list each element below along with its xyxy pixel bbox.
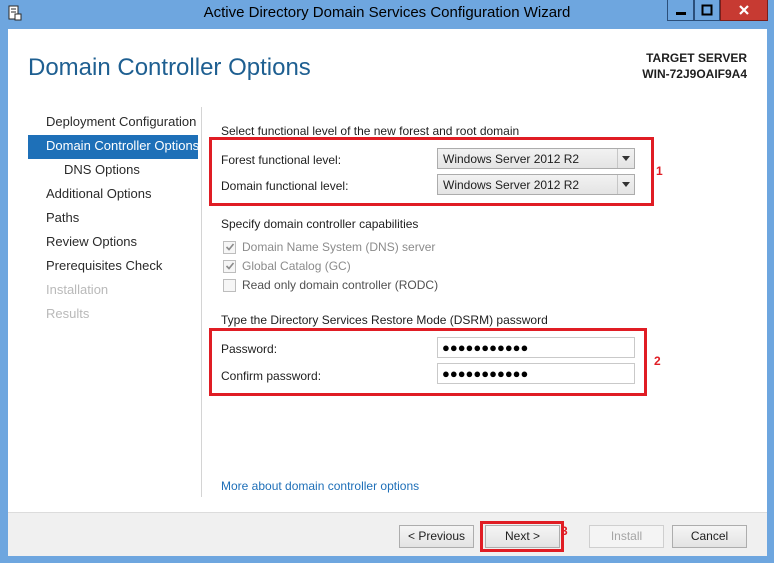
global-catalog-label: Global Catalog (GC) <box>242 259 351 273</box>
maximize-icon <box>701 4 713 16</box>
annotation-box-1 <box>209 137 654 206</box>
annotation-box-3 <box>480 521 564 552</box>
nav-item-dns-options[interactable]: DNS Options <box>28 159 198 183</box>
dns-server-label: Domain Name System (DNS) server <box>242 240 436 254</box>
annotation-marker-1: 1 <box>656 164 663 178</box>
maximize-button[interactable] <box>694 0 720 21</box>
checkmark-icon <box>223 259 236 273</box>
checkmark-icon <box>223 240 236 254</box>
wizard-body: Domain Controller Options TARGET SERVER … <box>8 29 767 556</box>
rodc-label: Read only domain controller (RODC) <box>242 278 439 292</box>
global-catalog-checkbox: Global Catalog (GC) <box>223 259 351 273</box>
minimize-icon <box>675 12 686 15</box>
checkbox-empty-icon <box>223 278 236 292</box>
nav-divider <box>201 107 202 497</box>
nav-item-installation: Installation <box>46 282 109 297</box>
window-title: Active Directory Domain Services Configu… <box>203 4 571 21</box>
target-server-name: WIN-72J9OAIF9A4 <box>642 67 747 81</box>
dsrm-heading: Type the Directory Services Restore Mode… <box>221 313 548 327</box>
nav-item-domain-controller-options[interactable]: Domain Controller Options <box>28 135 199 159</box>
nav-item-deployment-configuration[interactable]: Deployment Configuration <box>28 111 198 135</box>
nav-item-paths[interactable]: Paths <box>28 207 198 231</box>
nav-item-prerequisites-check[interactable]: Prerequisites Check <box>28 255 198 279</box>
nav-item-review-options[interactable]: Review Options <box>28 231 198 255</box>
target-server-label: TARGET SERVER <box>646 51 747 65</box>
close-button[interactable] <box>720 0 768 21</box>
previous-button[interactable]: < Previous <box>399 525 474 548</box>
nav-item-results: Results <box>46 306 90 321</box>
more-about-dc-options-link[interactable]: More about domain controller options <box>221 479 419 493</box>
rodc-checkbox[interactable]: Read only domain controller (RODC) <box>223 278 438 292</box>
annotation-box-2 <box>209 328 647 396</box>
annotation-marker-2: 2 <box>654 354 661 368</box>
close-icon <box>739 5 749 15</box>
nav-item-additional-options[interactable]: Additional Options <box>28 183 198 207</box>
annotation-marker-3: 3 <box>561 524 568 538</box>
wizard-window: Active Directory Domain Services Configu… <box>0 0 774 563</box>
functional-level-heading: Select functional level of the new fores… <box>221 124 520 138</box>
page-title: Domain Controller Options <box>28 54 311 81</box>
dns-server-checkbox: Domain Name System (DNS) server <box>223 240 435 254</box>
wizard-footer: < Previous Next > 3 Install Cancel <box>8 512 767 556</box>
cancel-button[interactable]: Cancel <box>672 525 747 548</box>
install-button: Install <box>589 525 664 548</box>
title-bar[interactable]: Active Directory Domain Services Configu… <box>0 0 774 27</box>
minimize-button[interactable] <box>667 0 694 21</box>
capabilities-heading: Specify domain controller capabilities <box>221 217 419 231</box>
wizard-nav: Deployment Configuration Domain Controll… <box>28 111 199 327</box>
